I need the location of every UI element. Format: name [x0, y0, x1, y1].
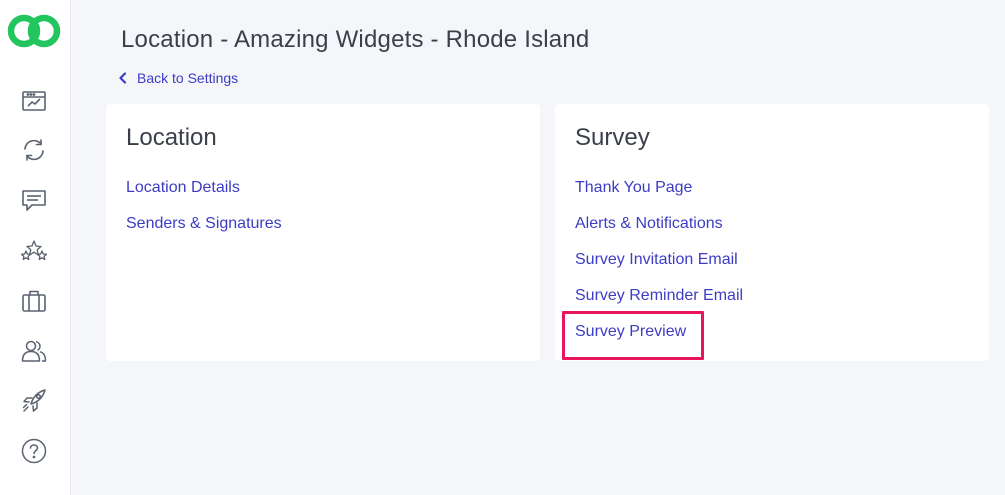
survey-invitation-email-link[interactable]: Survey Invitation Email	[575, 251, 738, 269]
back-to-settings-link[interactable]: Back to Settings	[118, 70, 238, 86]
survey-reminder-email-link[interactable]: Survey Reminder Email	[575, 287, 743, 305]
briefcase-icon[interactable]	[20, 287, 48, 315]
chevron-left-icon	[119, 72, 127, 84]
location-card-title: Location	[126, 124, 217, 151]
users-icon[interactable]	[20, 337, 48, 365]
senders-signatures-link[interactable]: Senders & Signatures	[126, 215, 282, 233]
back-to-settings-label: Back to Settings	[137, 70, 239, 86]
dashboard-icon[interactable]	[20, 87, 48, 115]
alerts-notifications-link[interactable]: Alerts & Notifications	[575, 215, 723, 233]
sidebar	[0, 0, 71, 495]
brand-logo[interactable]	[5, 10, 63, 52]
survey-card: Survey Thank You Page Alerts & Notificat…	[555, 104, 989, 361]
location-card: Location Location Details Senders & Sign…	[106, 104, 540, 361]
help-icon[interactable]	[20, 437, 48, 465]
survey-card-title: Survey	[575, 124, 650, 151]
page-title: Location - Amazing Widgets - Rhode Islan…	[121, 26, 590, 53]
location-details-link[interactable]: Location Details	[126, 179, 240, 197]
stars-icon[interactable]	[20, 237, 48, 265]
thank-you-page-link[interactable]: Thank You Page	[575, 179, 692, 197]
chat-icon[interactable]	[20, 186, 48, 214]
survey-preview-link[interactable]: Survey Preview	[575, 323, 686, 341]
sync-icon[interactable]	[20, 136, 48, 164]
rocket-icon[interactable]	[20, 387, 48, 415]
